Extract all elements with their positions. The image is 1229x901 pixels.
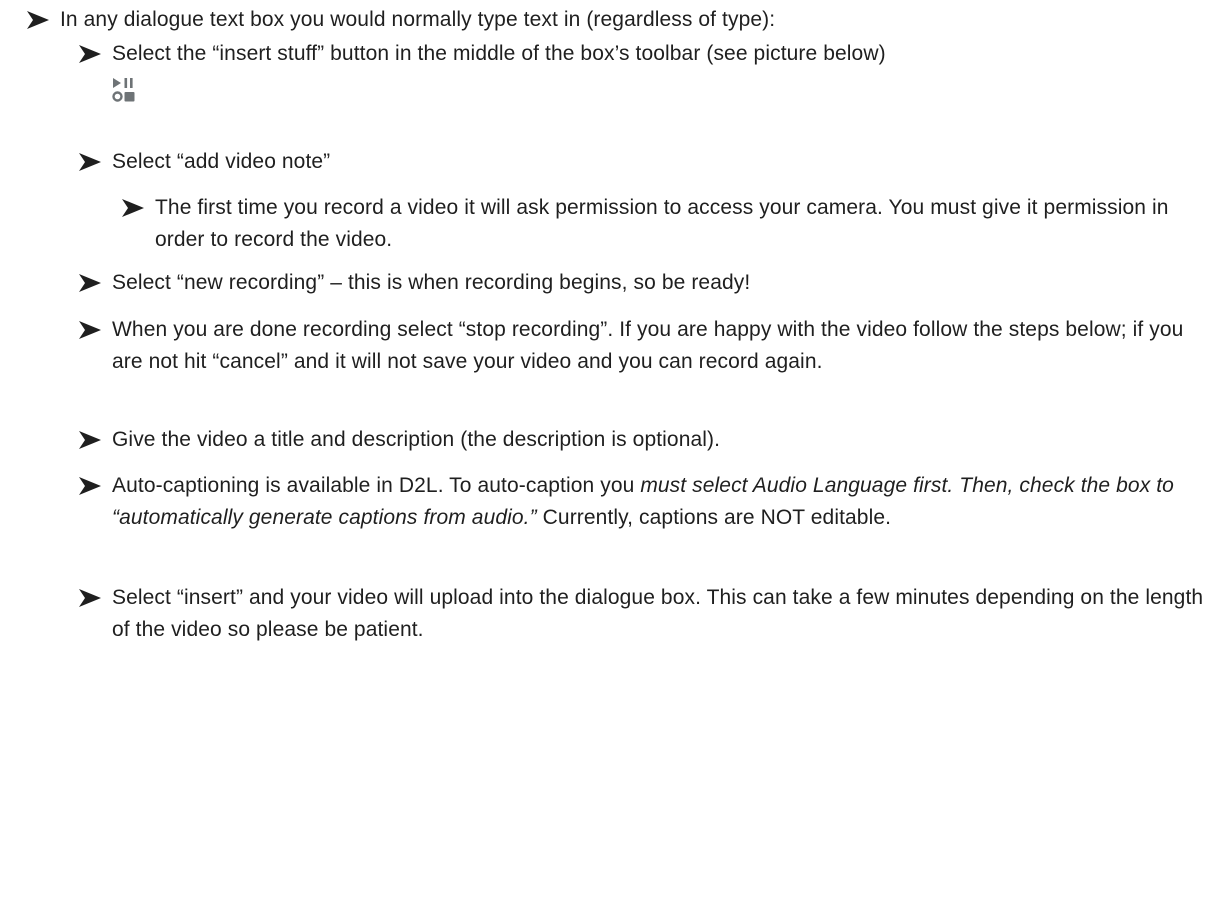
arrow-bullet-icon bbox=[78, 582, 102, 614]
step-title-text: Give the video a title and description (… bbox=[112, 428, 721, 451]
step-insert-stuff-text: Select the “insert stuff” button in the … bbox=[112, 42, 886, 65]
list-item-insert: Select “insert” and your video will uplo… bbox=[79, 582, 1207, 646]
auto-captioning-text: Auto-captioning is available in D2L. To … bbox=[112, 474, 1174, 529]
step-new-recording-text: Select “new recording” – this is when re… bbox=[112, 271, 751, 294]
list-item-permission-note: The first time you record a video it wil… bbox=[122, 192, 1200, 256]
captions-start-text: Auto-captioning is available in D2L. To … bbox=[112, 474, 641, 497]
arrow-bullet-icon bbox=[121, 192, 145, 224]
arrow-bullet-icon bbox=[78, 424, 102, 456]
captions-end-text: Currently, captions are NOT editable. bbox=[536, 506, 892, 529]
intro-text: In any dialogue text box you would norma… bbox=[60, 8, 776, 31]
arrow-bullet-icon bbox=[78, 146, 102, 178]
list-item-insert-stuff: Select the “insert stuff” button in the … bbox=[79, 38, 1212, 70]
arrow-bullet-icon bbox=[78, 314, 102, 346]
arrow-bullet-icon bbox=[78, 470, 102, 502]
permission-note-text: The first time you record a video it wil… bbox=[155, 196, 1169, 251]
arrow-bullet-icon bbox=[78, 267, 102, 299]
list-item-add-video-note: Select “add video note” bbox=[79, 146, 1212, 178]
step-add-video-note-text: Select “add video note” bbox=[112, 150, 331, 173]
arrow-bullet-icon bbox=[78, 38, 102, 70]
step-stop-recording-text: When you are done recording select “stop… bbox=[112, 318, 1184, 373]
list-item-stop-recording: When you are done recording select “stop… bbox=[79, 314, 1207, 378]
instruction-document: In any dialogue text box you would norma… bbox=[0, 0, 1229, 901]
list-item-intro: In any dialogue text box you would norma… bbox=[27, 4, 1210, 36]
insert-stuff-icon bbox=[112, 77, 138, 103]
list-item-new-recording: Select “new recording” – this is when re… bbox=[79, 267, 1212, 299]
list-item-auto-captioning: Auto-captioning is available in D2L. To … bbox=[79, 470, 1207, 534]
arrow-bullet-icon bbox=[26, 4, 50, 36]
step-insert-text: Select “insert” and your video will uplo… bbox=[112, 586, 1204, 641]
list-item-title-description: Give the video a title and description (… bbox=[79, 424, 1212, 456]
